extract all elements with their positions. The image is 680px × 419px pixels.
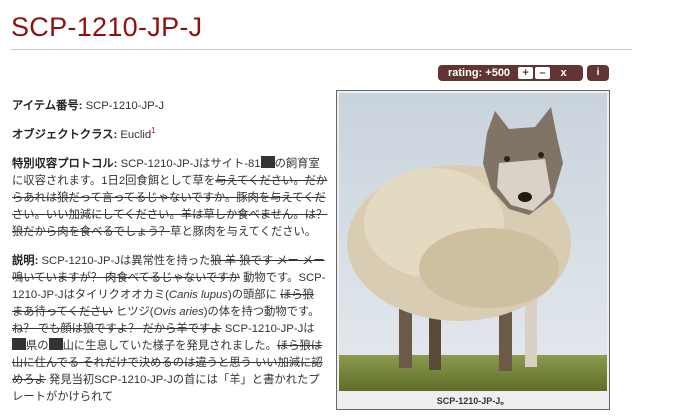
description-text: )の体を持つ動物です。 [203,306,320,318]
upvote-button[interactable]: + [518,67,534,79]
latin-name: Canis lupus [168,289,228,301]
latin-name: Ovis aries [153,306,204,318]
description: 説明: SCP-1210-JP-Jは異常性を持った狼 羊 狼です メー メー鳴い… [12,253,328,406]
containment-text: 草と豚肉を与えてください。 [170,226,317,238]
containment-label: 特別収容プロトコル: [12,158,118,170]
wolf-sheep-image [339,93,607,391]
footnote-link[interactable]: 1 [151,126,155,135]
object-class-label: オブジェクトクラス: [12,129,118,141]
object-class-value: Euclid [120,129,152,141]
page-title: SCP-1210-JP-J [11,12,203,42]
object-class: オブジェクトクラス: Euclid1 [12,127,328,144]
struck-text: ね？ でも顔は狼ですよ？ だから羊ですよ [12,323,222,335]
info-button[interactable]: i [587,65,609,81]
containment-text: SCP-1210-JP-Jはサイト-81 [120,158,261,170]
redaction-block [12,338,26,350]
title-divider [11,49,632,50]
cancel-vote-button[interactable]: x [556,67,571,79]
description-text: 県の [26,340,49,352]
downvote-button[interactable]: – [535,67,551,79]
description-text: SCP-1210-JP-Jは [221,323,315,335]
description-text: ヒツジ( [112,306,154,318]
redaction-block [260,156,275,168]
rating-module: rating: +500 + – x [438,65,583,81]
item-number-value: SCP-1210-JP-J [85,100,165,112]
description-label: 説明: [12,255,39,267]
image-caption: SCP-1210-JP-J。 [436,396,510,406]
image-block: SCP-1210-JP-J。 [336,90,610,410]
item-number-label: アイテム番号: [12,100,83,112]
description-text: 山に生息していた様子を発見されました。 [62,340,277,352]
redaction-block [48,338,63,350]
description-text: )の頭部に [227,289,281,301]
article-content: アイテム番号: SCP-1210-JP-J オブジェクトクラス: Euclid1… [12,98,328,418]
rating-label: rating: +500 [448,67,511,79]
containment-procedures: 特別収容プロトコル: SCP-1210-JP-Jはサイト-81 の飼育室に収容され… [12,156,328,241]
description-text: SCP-1210-JP-Jは異常性を持った [41,255,211,267]
item-number: アイテム番号: SCP-1210-JP-J [12,98,328,115]
description-text: 発見当初SCP-1210-JP-Jの首には「羊」と書かれたプレートがかけられて [12,374,320,403]
